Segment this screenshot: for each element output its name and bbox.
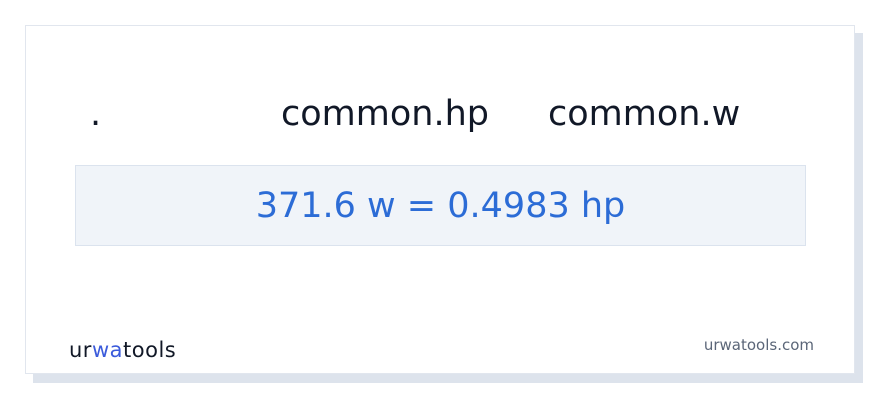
conversion-result: 371.6 w = 0.4983 hp: [255, 185, 626, 226]
logo-part-too: too: [123, 338, 159, 362]
logo-part-wa: wa: [91, 338, 123, 362]
header-dot: .: [90, 94, 102, 134]
conversion-card: . common.hp common.w 371.6 w = 0.4983 hp…: [25, 25, 855, 374]
to-unit-label: common.w: [548, 94, 741, 134]
site-link[interactable]: urwatools.com: [704, 335, 814, 355]
logo-part-ur: ur: [69, 338, 92, 362]
result-box: 371.6 w = 0.4983 hp: [75, 165, 806, 246]
from-unit-label: common.hp: [281, 94, 489, 134]
unit-header-row: . common.hp common.w: [26, 92, 856, 136]
page: . common.hp common.w 371.6 w = 0.4983 hp…: [0, 0, 880, 400]
logo-part-ls: ls: [158, 338, 177, 362]
urwatools-logo[interactable]: urwatools: [69, 336, 176, 364]
